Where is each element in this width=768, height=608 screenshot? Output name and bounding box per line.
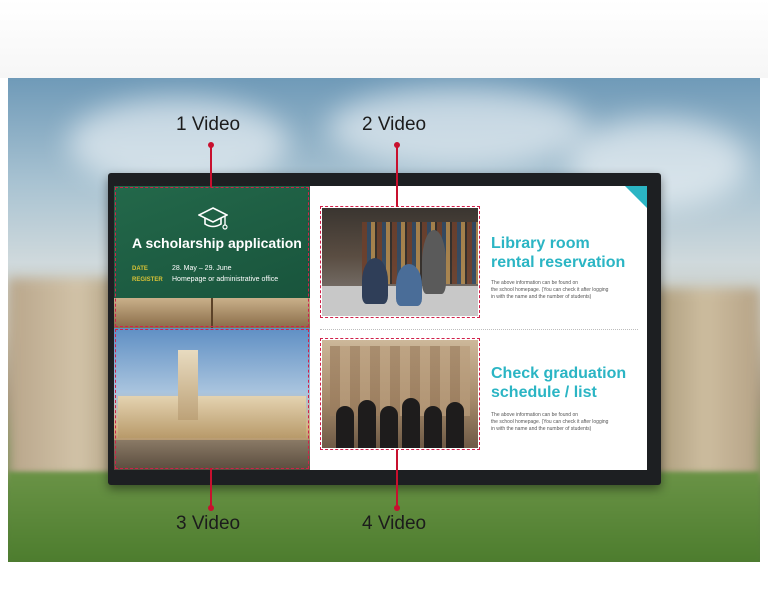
zone-4-frame <box>320 338 480 450</box>
background-building-right <box>650 288 760 478</box>
corner-accent <box>625 186 647 208</box>
right-content-panel: Library room rental reservation The abov… <box>310 186 647 470</box>
callout-1-line <box>210 145 212 187</box>
zone-4-title-line2: schedule / list <box>491 384 597 401</box>
callout-3-dot <box>208 505 214 511</box>
signage-screen: A scholarship application DATE 28. May –… <box>114 186 647 470</box>
divider <box>320 329 638 330</box>
zone-2-frame <box>320 206 480 318</box>
top-strip <box>0 0 768 78</box>
callout-4-line <box>396 450 398 508</box>
callout-1-video: 1 Video <box>176 114 241 135</box>
zone-4-note: The above information can be found on th… <box>491 412 609 432</box>
zone-4-title-line1: Check graduation <box>491 365 627 382</box>
tv-display: A scholarship application DATE 28. May –… <box>108 173 661 485</box>
callout-2-video: 2 Video <box>362 114 427 135</box>
zone-2-title-line1: Library room <box>491 235 590 252</box>
callout-3-video: 3 Video <box>176 513 241 534</box>
callout-4-dot <box>394 505 400 511</box>
zone-2-note: The above information can be found on th… <box>491 280 609 300</box>
zone-3-frame <box>115 329 309 469</box>
zone-1-frame <box>115 187 309 327</box>
callout-4-video: 4 Video <box>362 513 427 534</box>
callout-2-line <box>396 145 398 207</box>
zone-2-title-line2: rental reservation <box>491 254 626 271</box>
callout-3-line <box>210 468 212 508</box>
